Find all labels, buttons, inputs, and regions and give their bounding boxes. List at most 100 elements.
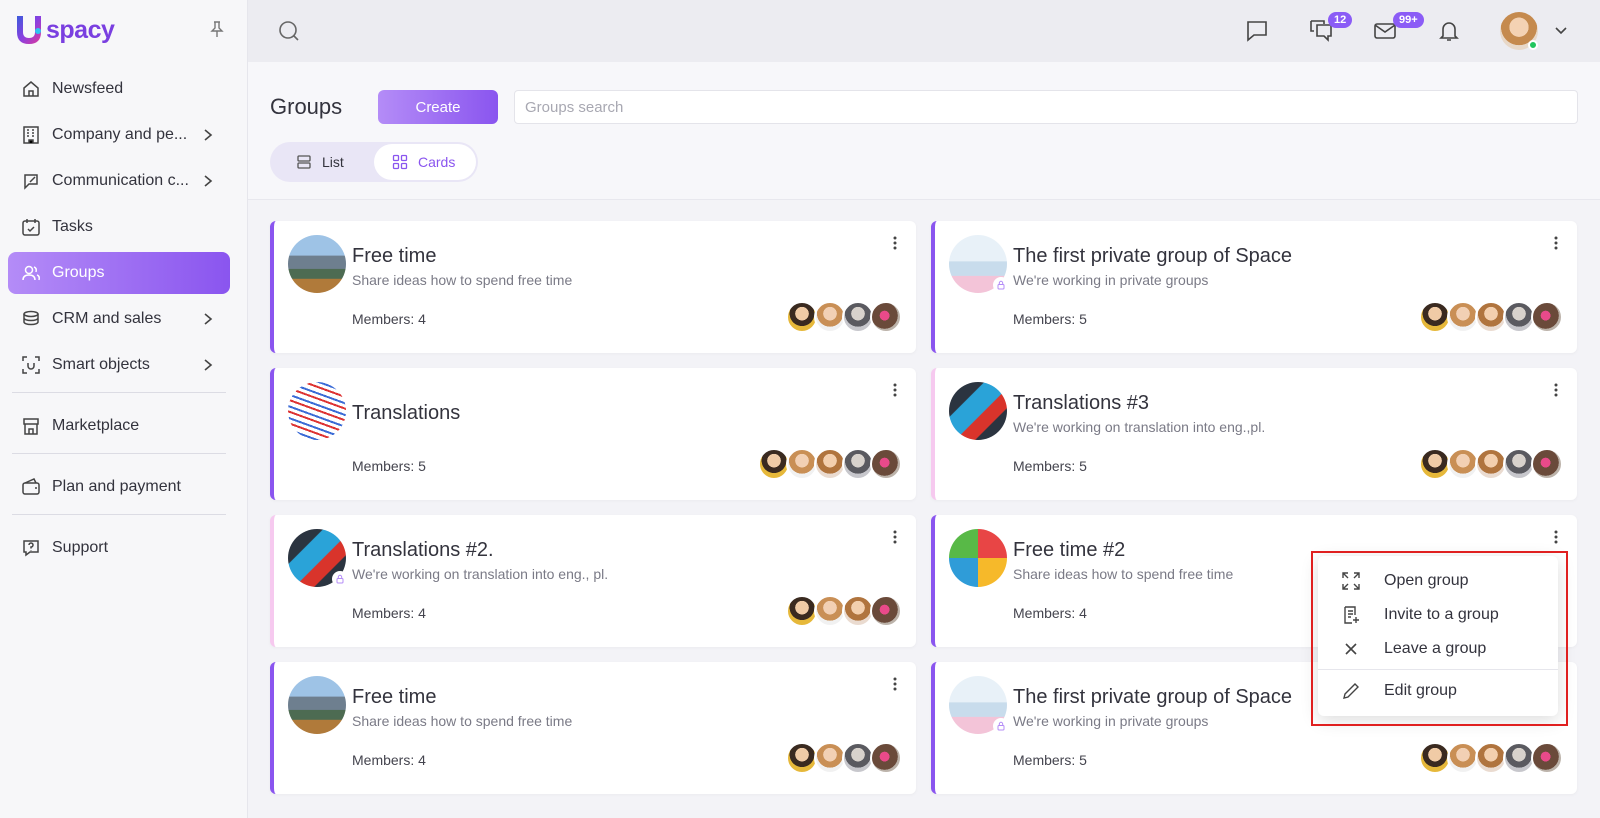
group-card[interactable]: Free time Share ideas how to spend free … bbox=[270, 662, 916, 794]
groups-search-input[interactable] bbox=[514, 90, 1578, 124]
pin-icon[interactable] bbox=[208, 20, 226, 38]
create-button[interactable]: Create bbox=[378, 90, 498, 124]
logo-mark-icon bbox=[17, 16, 41, 44]
member-avatars bbox=[786, 301, 902, 333]
group-card[interactable]: The first private group of Space We're w… bbox=[931, 221, 1577, 353]
more-vertical-icon[interactable] bbox=[892, 529, 898, 545]
view-cards-label: Cards bbox=[418, 154, 456, 170]
sidebar-item-newsfeed[interactable]: Newsfeed bbox=[8, 68, 230, 110]
sidebar-item-plan[interactable]: Plan and payment bbox=[8, 466, 230, 508]
sidebar-item-groups[interactable]: Groups bbox=[8, 252, 230, 294]
app-logo[interactable]: spacy bbox=[14, 14, 115, 46]
group-members-count: Members: 5 bbox=[352, 458, 426, 474]
top-bar: 12 99+ bbox=[248, 0, 1600, 62]
view-list-option[interactable]: List bbox=[296, 142, 344, 182]
sidebar-item-label: Communication c... bbox=[52, 172, 189, 189]
search-icon[interactable] bbox=[278, 20, 300, 42]
users-icon bbox=[20, 262, 42, 284]
avatar[interactable] bbox=[870, 595, 902, 627]
sidebar-item-crm[interactable]: CRM and sales bbox=[8, 298, 230, 340]
more-vertical-icon[interactable] bbox=[892, 676, 898, 692]
avatar[interactable] bbox=[870, 301, 902, 333]
group-thumbnail bbox=[949, 382, 1007, 440]
sidebar-item-label: Marketplace bbox=[52, 417, 140, 434]
avatar[interactable] bbox=[870, 742, 902, 774]
group-thumbnail bbox=[288, 676, 346, 734]
group-title: Translations #2. bbox=[352, 539, 494, 561]
member-avatars bbox=[1419, 301, 1563, 333]
group-title: Free time bbox=[352, 686, 437, 708]
group-description: We're working on translation into eng.,p… bbox=[1013, 419, 1266, 435]
group-card[interactable]: Translations #2. We're working on transl… bbox=[270, 515, 916, 647]
group-members-count: Members: 5 bbox=[1013, 311, 1087, 327]
view-toggle: List Cards bbox=[270, 142, 478, 182]
logo-text: spacy bbox=[46, 15, 115, 44]
sidebar-divider bbox=[12, 453, 226, 454]
group-members-count: Members: 5 bbox=[1013, 458, 1087, 474]
sidebar-item-label: Tasks bbox=[52, 218, 93, 235]
lock-icon bbox=[332, 571, 348, 587]
group-card[interactable]: Translations Members: 5 bbox=[270, 368, 916, 500]
bell-icon[interactable] bbox=[1436, 18, 1462, 44]
group-members-count: Members: 5 bbox=[1013, 752, 1087, 768]
sidebar-item-label: Support bbox=[52, 539, 109, 556]
avatar[interactable] bbox=[1531, 742, 1563, 774]
group-description: We're working in private groups bbox=[1013, 272, 1209, 288]
more-vertical-icon[interactable] bbox=[1553, 382, 1559, 398]
more-vertical-icon[interactable] bbox=[892, 235, 898, 251]
member-avatars bbox=[758, 448, 902, 480]
member-avatars bbox=[1419, 742, 1563, 774]
more-vertical-icon[interactable] bbox=[1553, 529, 1559, 545]
avatar[interactable] bbox=[1531, 448, 1563, 480]
more-vertical-icon[interactable] bbox=[1553, 235, 1559, 251]
chevron-right-icon bbox=[204, 313, 213, 325]
lock-icon bbox=[993, 277, 1009, 293]
sidebar-item-tasks[interactable]: Tasks bbox=[8, 206, 230, 248]
member-avatars bbox=[786, 595, 902, 627]
grid-icon bbox=[392, 154, 408, 170]
groups-header: Groups Create List Cards bbox=[248, 62, 1600, 200]
sidebar-item-label: Newsfeed bbox=[52, 80, 124, 97]
help-icon bbox=[20, 537, 42, 559]
sidebar-item-marketplace[interactable]: Marketplace bbox=[8, 405, 230, 447]
group-description: We're working in private groups bbox=[1013, 713, 1209, 729]
avatar[interactable] bbox=[1531, 301, 1563, 333]
group-thumbnail bbox=[288, 235, 346, 293]
highlight-box bbox=[1311, 551, 1568, 726]
sidebar-item-label: Smart objects bbox=[52, 356, 150, 373]
message-icon[interactable] bbox=[1244, 18, 1270, 44]
member-avatars bbox=[786, 742, 902, 774]
sidebar-item-label: Groups bbox=[52, 264, 105, 281]
group-title: Free time #2 bbox=[1013, 539, 1126, 561]
sidebar-item-label: Company and pe... bbox=[52, 126, 188, 143]
view-list-label: List bbox=[322, 154, 344, 170]
chevron-right-icon bbox=[204, 175, 213, 187]
sidebar-item-smart-objects[interactable]: Smart objects bbox=[8, 344, 230, 386]
member-avatars bbox=[1419, 448, 1563, 480]
chevron-right-icon bbox=[204, 359, 213, 371]
mail-badge: 99+ bbox=[1393, 12, 1424, 28]
group-members-count: Members: 4 bbox=[352, 752, 426, 768]
chevron-down-icon[interactable] bbox=[1554, 24, 1568, 38]
sidebar-nav: Newsfeed Company and pe... Communication… bbox=[8, 68, 230, 573]
group-members-count: Members: 4 bbox=[1013, 605, 1087, 621]
chat-badge: 12 bbox=[1328, 12, 1353, 28]
more-vertical-icon[interactable] bbox=[892, 382, 898, 398]
group-title: Translations bbox=[352, 402, 461, 424]
group-thumbnail bbox=[949, 529, 1007, 587]
sidebar-item-communication[interactable]: Communication c... bbox=[8, 160, 230, 202]
group-description: We're working on translation into eng., … bbox=[352, 566, 609, 582]
view-cards-option[interactable]: Cards bbox=[374, 144, 476, 180]
sidebar-item-label: CRM and sales bbox=[52, 310, 162, 327]
sidebar-item-company[interactable]: Company and pe... bbox=[8, 114, 230, 156]
store-icon bbox=[20, 415, 42, 437]
sidebar-divider bbox=[12, 514, 226, 515]
group-description: Share ideas how to spend free time bbox=[1013, 566, 1234, 582]
chevron-right-icon bbox=[204, 129, 213, 141]
group-card[interactable]: Translations #3 We're working on transla… bbox=[931, 368, 1577, 500]
scan-icon bbox=[20, 354, 42, 376]
group-title: Translations #3 bbox=[1013, 392, 1149, 414]
avatar[interactable] bbox=[870, 448, 902, 480]
group-card[interactable]: Free time Share ideas how to spend free … bbox=[270, 221, 916, 353]
sidebar-item-support[interactable]: Support bbox=[8, 527, 230, 569]
